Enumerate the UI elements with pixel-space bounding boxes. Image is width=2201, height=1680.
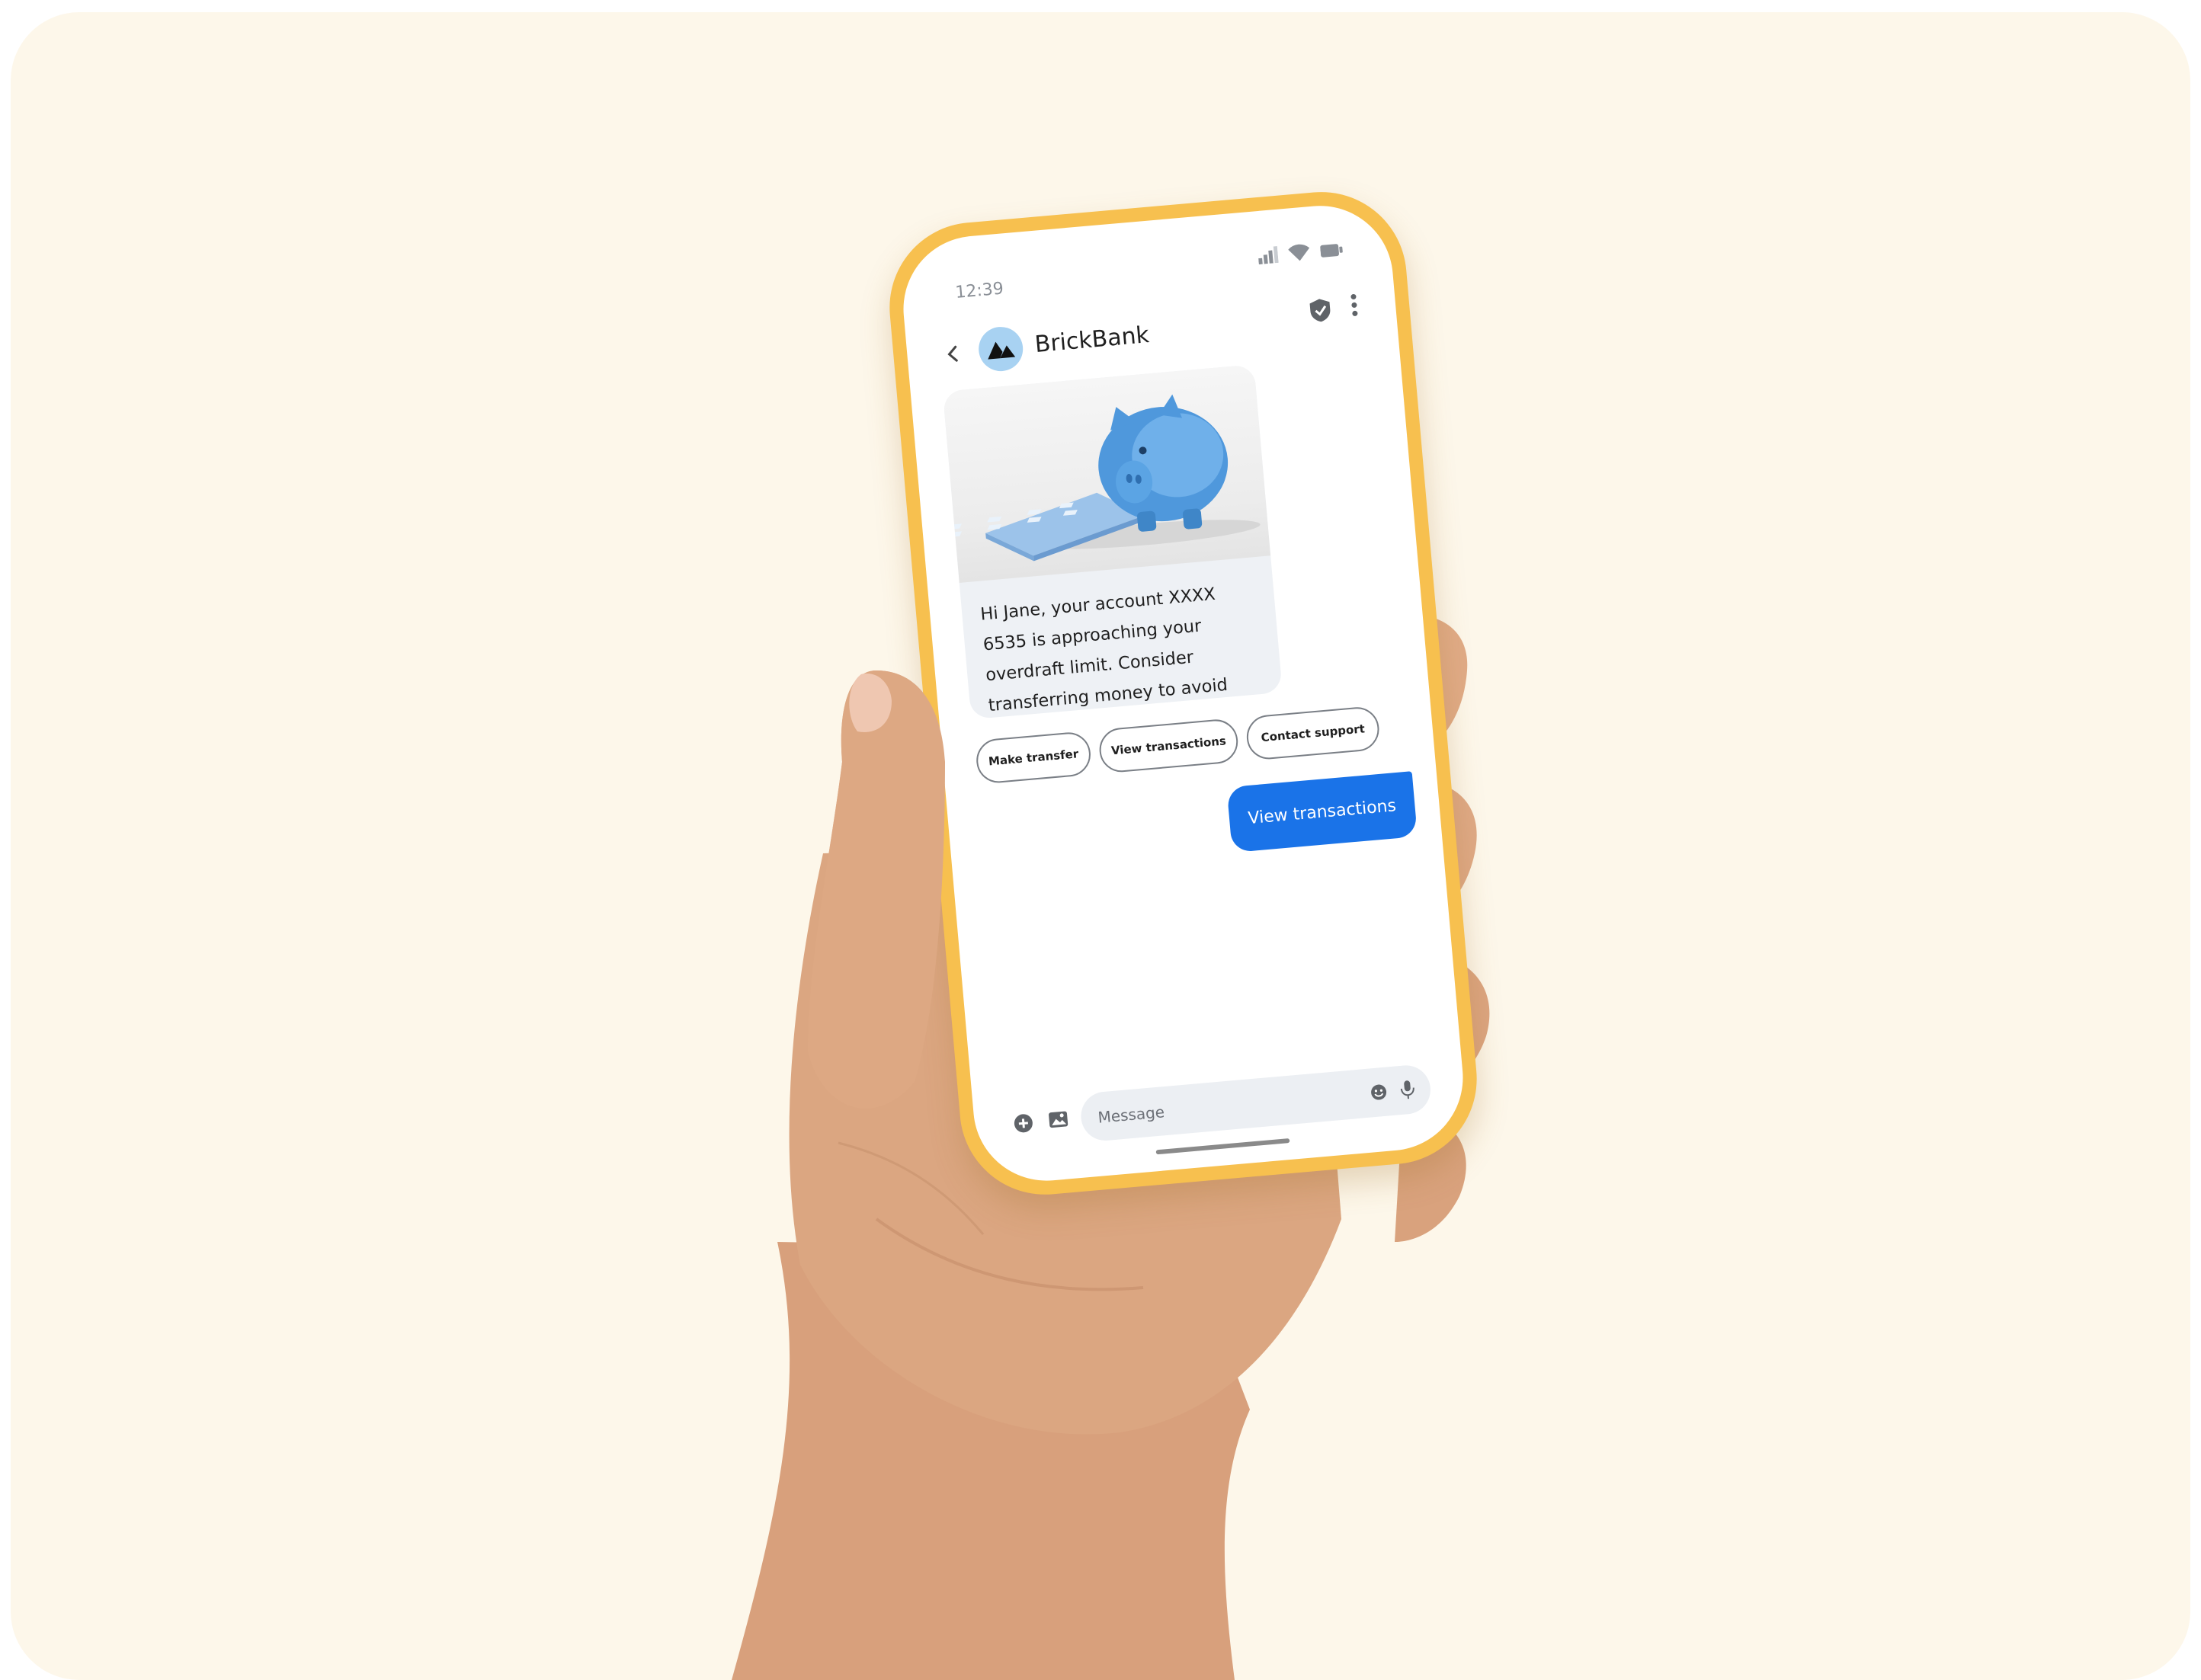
more-vert-icon[interactable] (1350, 293, 1360, 318)
message-input[interactable] (1095, 1084, 1344, 1129)
thumb-overlay (808, 670, 945, 1109)
message-composer (1002, 1053, 1448, 1152)
phone-frame: 12:39 BrickBank Hi Jane, your account XX… (883, 184, 1484, 1202)
message-field (1078, 1063, 1433, 1143)
brickbank-logo (988, 341, 1016, 360)
image-icon[interactable] (1047, 1109, 1070, 1130)
phone-device: 12:39 BrickBank Hi Jane, your account XX… (883, 184, 1484, 1202)
piggy-bank-image (942, 364, 1271, 583)
suggestion-contact-support[interactable]: Contact support (1245, 705, 1381, 761)
suggestion-view-transactions[interactable]: View transactions (1097, 718, 1240, 774)
wifi-icon (1288, 244, 1310, 261)
status-icons (1257, 240, 1344, 265)
conversation-header: BrickBank (935, 286, 1373, 384)
sent-message: View transactions (1226, 771, 1418, 853)
emoji-icon[interactable] (1369, 1083, 1389, 1102)
phone-screen: 12:39 BrickBank Hi Jane, your account XX… (897, 200, 1469, 1187)
status-time: 12:39 (954, 279, 1004, 302)
brand-name: BrickBank (1033, 322, 1151, 359)
suggestion-make-transfer[interactable]: Make transfer (974, 730, 1093, 785)
home-indicator (1155, 1138, 1290, 1155)
signal-icon (1258, 245, 1279, 265)
add-circle-icon[interactable] (1012, 1112, 1035, 1134)
battery-icon (1320, 244, 1343, 258)
rich-card-message: Hi Jane, your account XXXX 6535 is appro… (942, 364, 1283, 720)
mic-icon[interactable] (1399, 1078, 1416, 1101)
message-text: Hi Jane, your account XXXX 6535 is appro… (979, 584, 1229, 716)
avatar (976, 325, 1025, 373)
shield-check-icon[interactable] (1308, 296, 1333, 324)
chevron-left-icon[interactable] (945, 344, 962, 364)
